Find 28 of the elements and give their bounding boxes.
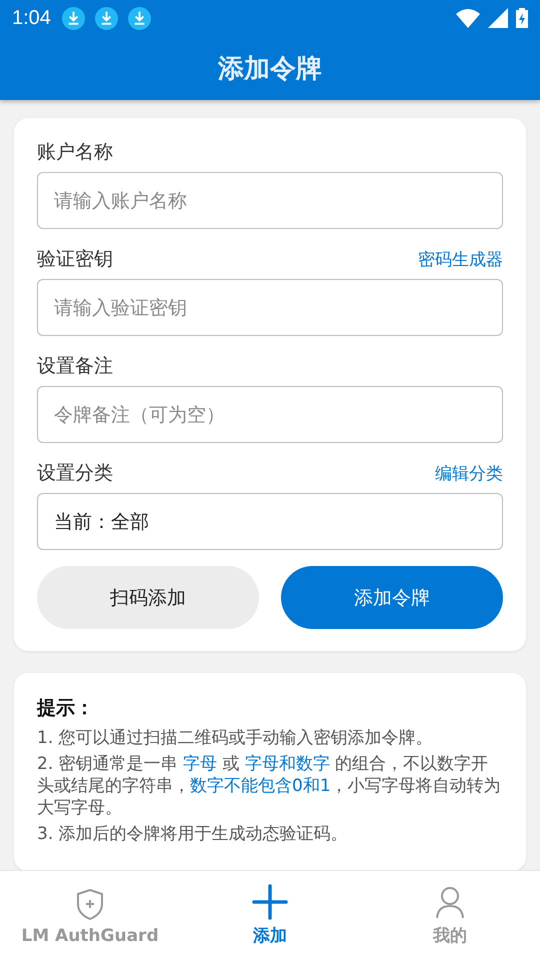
plus-icon xyxy=(252,884,288,920)
wifi-icon xyxy=(456,8,480,28)
field-label: 验证密钥 xyxy=(37,247,113,272)
download-icon xyxy=(62,6,85,30)
tip-text: 2. 密钥通常是一串 字母 或 字母和数字 的组合，不以数字开头或结尾的字符串，数字不能包含0和1，小写字母将自动转为大写字母。 xyxy=(37,753,502,819)
download-icon xyxy=(128,6,151,30)
input-field[interactable]: 请输入验证密钥 xyxy=(37,279,503,336)
signal-icon xyxy=(488,8,508,28)
tip-text: 3. 添加后的令牌将用于生成动态验证码。 xyxy=(37,823,349,845)
input-field[interactable]: 当前：全部 xyxy=(37,493,503,550)
battery-icon xyxy=(516,8,528,28)
field-label: 账户名称 xyxy=(37,140,113,165)
screen-title: 添加令牌 xyxy=(218,52,322,86)
input-field[interactable]: 令牌备注（可为空） xyxy=(37,386,503,443)
nav-tab[interactable]: 添加 xyxy=(180,871,360,960)
nav-tab[interactable]: 我的 xyxy=(360,871,540,960)
tip-text: 1. 您可以通过扫描二维码或手动输入密钥添加令牌。 xyxy=(37,727,434,749)
field-label: 设置备注 xyxy=(37,354,113,379)
input-field[interactable]: 请输入账户名称 xyxy=(37,172,503,229)
tips-title: 提示： xyxy=(37,696,95,721)
link-text[interactable]: 密码生成器 xyxy=(418,248,503,270)
link-text[interactable]: 编辑分类 xyxy=(435,462,503,484)
nav-tab[interactable]: LM AuthGuard xyxy=(0,871,180,960)
field-label: 设置分类 xyxy=(37,461,113,486)
scan-button[interactable]: 扫码添加 xyxy=(37,566,259,629)
add-token-button[interactable]: 添加令牌 xyxy=(281,566,503,629)
download-icon xyxy=(94,6,118,30)
status-time: 1:04 xyxy=(12,6,51,30)
